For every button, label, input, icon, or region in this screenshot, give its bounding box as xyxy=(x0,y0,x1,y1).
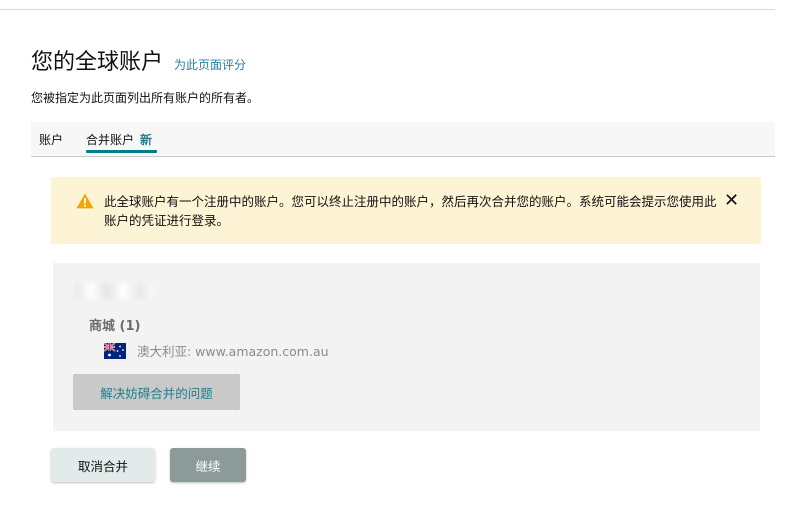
active-tab-indicator xyxy=(86,150,157,153)
rate-page-link[interactable]: 为此页面评分 xyxy=(174,56,246,73)
new-badge: 新 xyxy=(140,133,153,147)
title-row: 您的全球账户 为此页面评分 xyxy=(31,44,246,76)
alert-message: 此全球账户有一个注册中的账户。您可以终止注册中的账户，然后再次合并您的账户。系统… xyxy=(104,194,717,228)
page-title: 您的全球账户 xyxy=(31,50,164,75)
top-divider xyxy=(0,9,775,10)
marketplace-row: 澳大利亚: www.amazon.com.au xyxy=(104,341,329,360)
merge-accounts-page: 您的全球账户 为此页面评分 您被指定为此页面列出所有账户的所有者。 账户 合并账… xyxy=(0,0,811,520)
marketplace-label: 澳大利亚: www.amazon.com.au xyxy=(137,344,329,359)
cancel-merge-button[interactable]: 取消合并 xyxy=(51,448,155,482)
redacted-account-name xyxy=(75,283,155,299)
tab-merge-accounts-label: 合并账户 xyxy=(86,133,135,147)
close-icon[interactable]: ✕ xyxy=(724,192,739,210)
tab-bar: 账户 合并账户新 xyxy=(31,122,775,156)
australia-flag-icon xyxy=(104,342,126,359)
resolve-merge-issues-button[interactable]: 解决妨碍合并的问题 xyxy=(73,374,240,410)
tab-accounts[interactable]: 账户 xyxy=(39,131,63,148)
page-subtitle: 您被指定为此页面列出所有账户的所有者。 xyxy=(31,91,260,105)
tabs-divider xyxy=(31,156,775,157)
tab-merge-accounts[interactable]: 合并账户新 xyxy=(86,131,152,148)
warning-icon xyxy=(76,193,94,209)
continue-button[interactable]: 继续 xyxy=(170,448,246,482)
store-heading: 商城 (1) xyxy=(89,319,141,334)
warning-alert: 此全球账户有一个注册中的账户。您可以终止注册中的账户，然后再次合并您的账户。系统… xyxy=(51,177,761,244)
global-account-panel: 商城 (1) 澳大利亚: www.amazon.com.au 解决妨碍合并的问题 xyxy=(53,263,760,431)
